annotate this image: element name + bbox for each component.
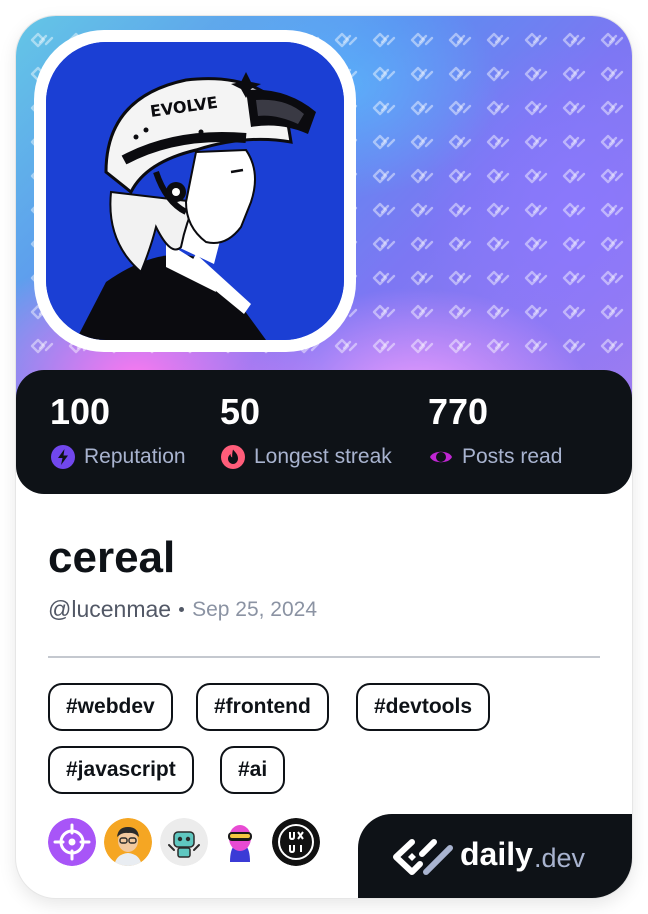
robot-icon [160, 818, 208, 866]
tag-chip[interactable]: #javascript [48, 746, 194, 794]
eye-ring-icon [430, 451, 452, 463]
robot-badge[interactable] [160, 818, 208, 866]
memoji-avatar-badge[interactable] [104, 818, 152, 866]
separator-dot [179, 607, 185, 612]
uxui-badge[interactable] [272, 818, 320, 866]
brand-name: daily [460, 836, 533, 872]
stat-label: Reputation [84, 445, 186, 468]
avatar-frame: EVOLVE [34, 30, 356, 352]
join-date: Sep 25, 2024 [192, 597, 318, 621]
stat-longest-streak: 50 Longest streak [220, 392, 392, 470]
stats-bar: 100 Reputation 50 Longest streak 770 Pos… [16, 370, 632, 494]
stat-value: 100 [50, 391, 111, 432]
stat-label: Longest streak [254, 445, 392, 468]
flame-icon [221, 445, 245, 469]
uxui-icon [272, 818, 320, 866]
stat-value: 770 [428, 391, 489, 432]
daily-dev-logo-icon [393, 839, 453, 875]
stat-reputation: 100 Reputation [50, 392, 186, 470]
crosshair-badge[interactable] [48, 818, 96, 866]
devcard: EVOLVE 100 Reputation 50 Longest streak … [16, 16, 632, 898]
memoji-icon [104, 818, 152, 866]
tag-chip[interactable]: #ai [220, 746, 286, 794]
avatar-illustration: EVOLVE [46, 42, 344, 340]
divider [48, 656, 600, 658]
crosshair-icon [48, 818, 96, 866]
stat-value: 50 [220, 391, 261, 432]
tag-chip[interactable]: #devtools [356, 683, 491, 731]
lightning-bolt-icon [51, 445, 75, 469]
profile-name: cereal [48, 533, 176, 582]
tag-chip[interactable]: #frontend [196, 683, 329, 731]
tag-chip[interactable]: #webdev [48, 683, 173, 731]
stat-label: Posts read [462, 445, 563, 468]
vr-head-icon [216, 818, 264, 866]
vr-head-badge[interactable] [216, 818, 264, 866]
stat-posts-read: 770 Posts read [428, 392, 562, 470]
profile-meta: @lucenmae Sep 25, 2024 [48, 596, 317, 623]
cover-background: EVOLVE [16, 16, 632, 416]
daily-dev-brand[interactable]: daily .dev [358, 814, 632, 898]
brand-suffix: .dev [534, 843, 586, 873]
profile-avatar[interactable]: EVOLVE [46, 42, 344, 340]
profile-handle[interactable]: @lucenmae [48, 596, 171, 623]
